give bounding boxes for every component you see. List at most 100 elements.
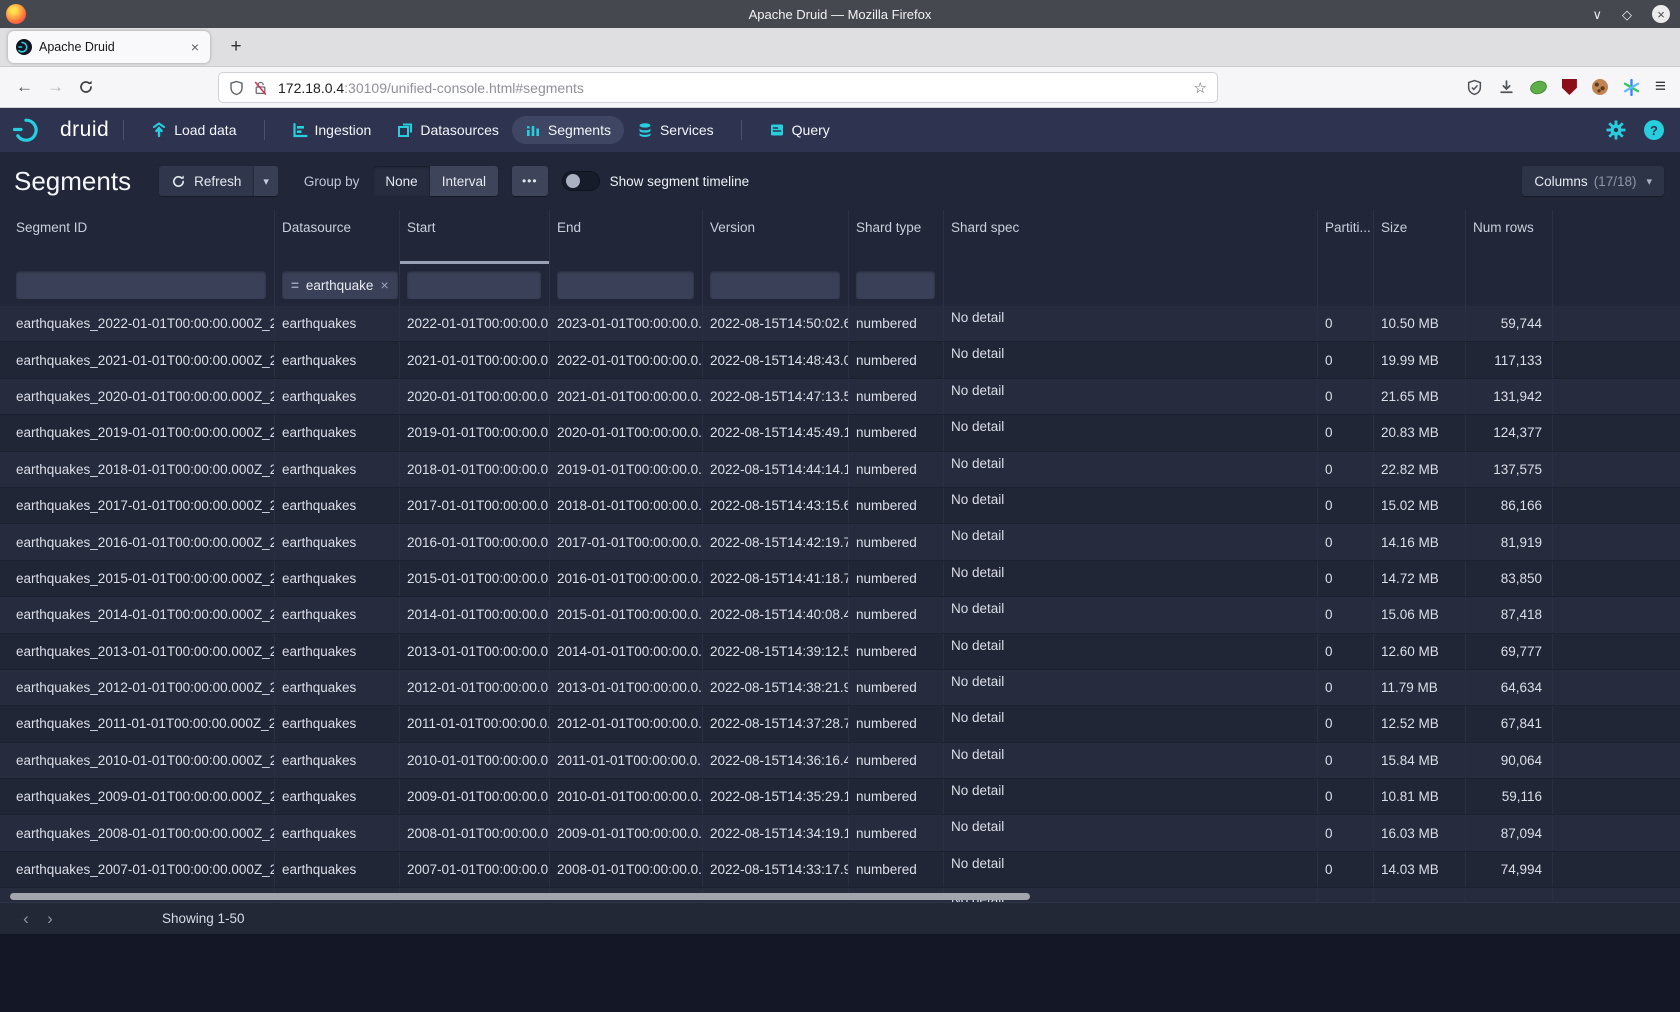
column-header-start[interactable]: Start [400, 210, 550, 264]
refresh-dropdown-caret[interactable]: ▾ [253, 166, 278, 196]
column-header-partition[interactable]: Partiti... [1318, 210, 1374, 264]
nav-item-services[interactable]: Services [624, 116, 727, 144]
group-by-segmented: None Interval [373, 166, 498, 196]
table-row[interactable]: earthquakes_2008-01-01T00:00:00.000Z_2..… [0, 815, 1680, 851]
window-minimize-icon[interactable]: ∨ [1592, 8, 1602, 21]
filter-input-shard-type[interactable] [856, 271, 935, 299]
table-row[interactable]: earthquakes_2022-01-01T00:00:00.000Z_2..… [0, 306, 1680, 342]
column-header-version[interactable]: Version [703, 210, 849, 264]
column-header-shard-type[interactable]: Shard type [849, 210, 944, 264]
bookmark-star-icon[interactable]: ☆ [1194, 79, 1207, 97]
nav-item-ingestion[interactable]: Ingestion [279, 116, 385, 144]
tab-apache-druid[interactable]: Apache Druid × [8, 31, 210, 63]
cell-start: 2016-01-01T00:00:00.0... [400, 524, 550, 559]
cell-partition: 0 [1318, 743, 1374, 778]
table-row[interactable]: earthquakes_2020-01-01T00:00:00.000Z_2..… [0, 379, 1680, 415]
downloads-icon[interactable] [1498, 79, 1515, 96]
table-row[interactable]: earthquakes_2018-01-01T00:00:00.000Z_2..… [0, 452, 1680, 488]
druid-favicon [16, 39, 32, 55]
cell-shard-type: numbered [849, 306, 944, 341]
table-row[interactable]: earthquakes_2011-01-01T00:00:00.000Z_2..… [0, 706, 1680, 742]
cell-partition: 0 [1318, 379, 1374, 414]
table-header: Segment ID Datasource Start End Version … [0, 210, 1680, 264]
table-row[interactable]: earthquakes_2013-01-01T00:00:00.000Z_2..… [0, 634, 1680, 670]
table-row[interactable]: earthquakes_2019-01-01T00:00:00.000Z_2..… [0, 415, 1680, 451]
prev-page-button[interactable]: ‹ [14, 909, 38, 929]
druid-logo[interactable]: druid [12, 117, 109, 143]
table-row[interactable]: earthquakes_2007-01-01T00:00:00.000Z_2..… [0, 852, 1680, 888]
column-header-end[interactable]: End [550, 210, 703, 264]
cell-filler [1553, 488, 1680, 523]
table-row[interactable]: earthquakes_2009-01-01T00:00:00.000Z_2..… [0, 779, 1680, 815]
cell-datasource: earthquakes [275, 670, 400, 705]
protection-shield-icon[interactable] [1466, 79, 1483, 96]
shield-icon[interactable] [229, 80, 244, 96]
nav-item-query[interactable]: Query [756, 116, 843, 144]
bottom-fill [0, 934, 1680, 1012]
cell-start: 2011-01-01T00:00:00.0... [400, 706, 550, 741]
cell-shard-type: numbered [849, 815, 944, 850]
column-header-size[interactable]: Size [1374, 210, 1466, 264]
column-header-shard-spec[interactable]: Shard spec [944, 210, 1318, 264]
browser-toolbar: ← → 172.18.0.4:30109/unified-console.htm… [0, 66, 1680, 108]
page-title: Segments [14, 166, 131, 197]
column-header-num-rows[interactable]: Num rows [1466, 210, 1553, 264]
window-maximize-icon[interactable]: ◇ [1622, 8, 1632, 21]
table-row[interactable]: earthquakes_2012-01-01T00:00:00.000Z_2..… [0, 670, 1680, 706]
cell-start: 2010-01-01T00:00:00.0... [400, 743, 550, 778]
table-row[interactable]: earthquakes_2021-01-01T00:00:00.000Z_2..… [0, 342, 1680, 378]
column-header-segment-id[interactable]: Segment ID [0, 210, 275, 264]
new-tab-button[interactable]: + [222, 36, 250, 58]
asterisk-extension-icon[interactable] [1623, 79, 1640, 96]
cell-segment-id: earthquakes_2022-01-01T00:00:00.000Z_2..… [0, 306, 275, 341]
url-bar[interactable]: 172.18.0.4:30109/unified-console.html#se… [218, 72, 1218, 103]
cell-size: 14.72 MB [1374, 561, 1466, 596]
cookie-extension-icon[interactable] [1592, 79, 1608, 95]
table-row[interactable]: earthquakes_2016-01-01T00:00:00.000Z_2..… [0, 524, 1680, 560]
tab-title: Apache Druid [39, 40, 188, 54]
nav-item-datasources[interactable]: Datasources [384, 116, 512, 144]
window-close-icon[interactable]: × [1652, 5, 1670, 23]
group-by-interval-button[interactable]: Interval [430, 166, 498, 196]
column-header-filler [1553, 210, 1680, 264]
filter-input-start[interactable] [407, 271, 541, 299]
table-row[interactable]: earthquakes_2010-01-01T00:00:00.000Z_2..… [0, 743, 1680, 779]
datasource-filter-tag[interactable]: = earthquake × [282, 271, 398, 299]
reload-icon[interactable] [78, 79, 94, 95]
table-row[interactable]: earthquakes_2017-01-01T00:00:00.000Z_2..… [0, 488, 1680, 524]
remove-filter-icon[interactable]: × [380, 277, 388, 293]
hamburger-menu-icon[interactable]: ≡ [1655, 76, 1666, 98]
settings-gear-icon[interactable] [1606, 120, 1626, 140]
extension-green-icon[interactable] [1528, 78, 1548, 96]
tab-close-icon[interactable]: × [188, 39, 202, 55]
help-icon[interactable]: ? [1644, 120, 1664, 140]
cell-datasource: earthquakes [275, 379, 400, 414]
filter-input-version[interactable] [710, 271, 840, 299]
insecure-lock-icon[interactable] [253, 80, 268, 96]
column-header-datasource[interactable]: Datasource [275, 210, 400, 264]
next-page-button[interactable]: › [38, 909, 62, 929]
more-options-button[interactable]: ••• [512, 166, 548, 196]
group-by-none-button[interactable]: None [373, 166, 429, 196]
table-row[interactable]: earthquakes_2015-01-01T00:00:00.000Z_2..… [0, 561, 1680, 597]
refresh-button[interactable]: Refresh [159, 166, 253, 196]
filter-input-segment-id[interactable] [16, 271, 266, 299]
ublock-shield-icon[interactable] [1562, 79, 1577, 95]
table-row[interactable]: earthquakes_2014-01-01T00:00:00.000Z_2..… [0, 597, 1680, 633]
nav-label: Ingestion [315, 122, 372, 138]
cell-shard-spec: No detail [944, 524, 1318, 559]
cell-shard-type: numbered [849, 452, 944, 487]
segment-timeline-toggle[interactable] [562, 171, 600, 191]
cell-shard-type: numbered [849, 488, 944, 523]
cell-partition: 0 [1318, 561, 1374, 596]
forward-icon[interactable]: → [47, 77, 64, 97]
columns-button[interactable]: Columns (17/18) ▾ [1522, 166, 1664, 196]
cell-version: 2022-08-15T14:37:28.7... [703, 706, 849, 741]
nav-item-segments[interactable]: Segments [512, 116, 624, 144]
cell-version: 2022-08-15T14:41:18.7... [703, 561, 849, 596]
filter-input-end[interactable] [557, 271, 694, 299]
url-text: 172.18.0.4:30109/unified-console.html#se… [278, 80, 1194, 96]
nav-item-load-data[interactable]: Load data [138, 116, 249, 144]
horizontal-scrollbar[interactable] [10, 893, 1030, 900]
back-icon[interactable]: ← [16, 77, 33, 97]
